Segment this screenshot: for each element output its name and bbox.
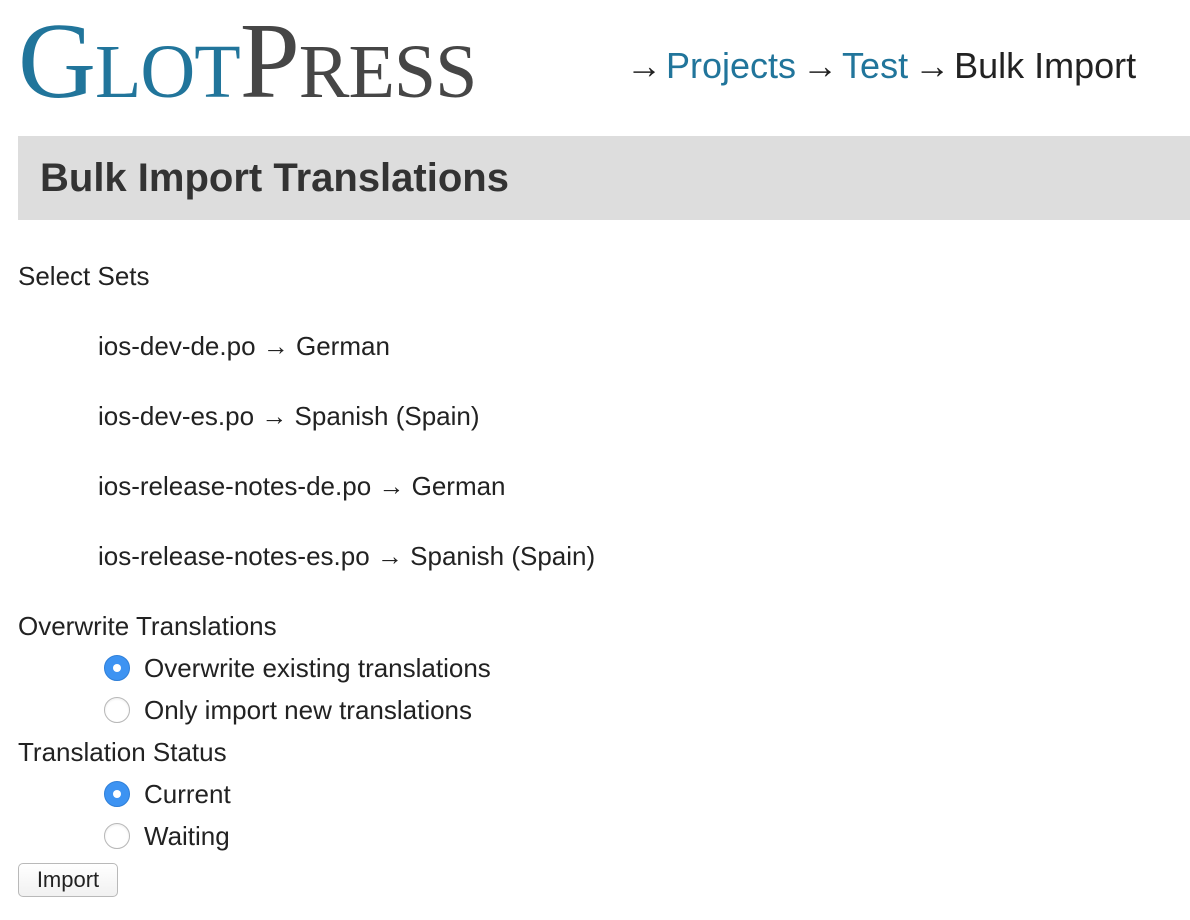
only-new-label: Only import new translations (144, 695, 473, 725)
status-waiting-label: Waiting (144, 821, 230, 851)
overwrite-existing-option[interactable]: Overwrite existing translations (104, 652, 491, 684)
status-waiting-option[interactable]: Waiting (104, 820, 230, 852)
logo-glot-text: Glot (18, 2, 241, 121)
breadcrumb-separator: → (914, 45, 951, 86)
breadcrumb-current: Bulk Import (954, 45, 1137, 86)
set-item: ios-dev-de.po → German (98, 331, 390, 361)
only-new-radio[interactable] (104, 697, 130, 723)
breadcrumb-separator: → (802, 45, 839, 86)
set-item: ios-dev-es.po → Spanish (Spain) (98, 401, 480, 431)
page-title-bar: Bulk Import Translations (18, 136, 1190, 220)
overwrite-existing-radio[interactable] (104, 655, 130, 681)
logo-press-text: Press (239, 2, 478, 121)
status-current-option[interactable]: Current (104, 778, 231, 810)
breadcrumb-projects-link[interactable]: Projects (666, 44, 796, 88)
import-button[interactable]: Import (18, 863, 118, 897)
only-new-option[interactable]: Only import new translations (104, 694, 472, 726)
set-item: ios-release-notes-de.po → German (98, 471, 506, 501)
page-title: Bulk Import Translations (40, 156, 509, 200)
status-waiting-radio[interactable] (104, 823, 130, 849)
breadcrumb-separator: → (626, 45, 662, 86)
breadcrumb: → Projects → Test → Bulk Import (626, 44, 1136, 88)
translation-status-label: Translation Status (18, 737, 227, 767)
select-sets-label: Select Sets (18, 261, 150, 291)
overwrite-translations-label: Overwrite Translations (18, 611, 277, 641)
set-item: ios-release-notes-es.po → Spanish (Spain… (98, 541, 596, 571)
breadcrumb-test-link[interactable]: Test (842, 44, 908, 88)
status-current-radio[interactable] (104, 781, 130, 807)
overwrite-existing-label: Overwrite existing translations (144, 653, 491, 683)
site-header: Glot Press (18, 8, 477, 116)
glotpress-logo[interactable]: Glot Press (18, 2, 478, 121)
status-current-label: Current (144, 779, 231, 809)
